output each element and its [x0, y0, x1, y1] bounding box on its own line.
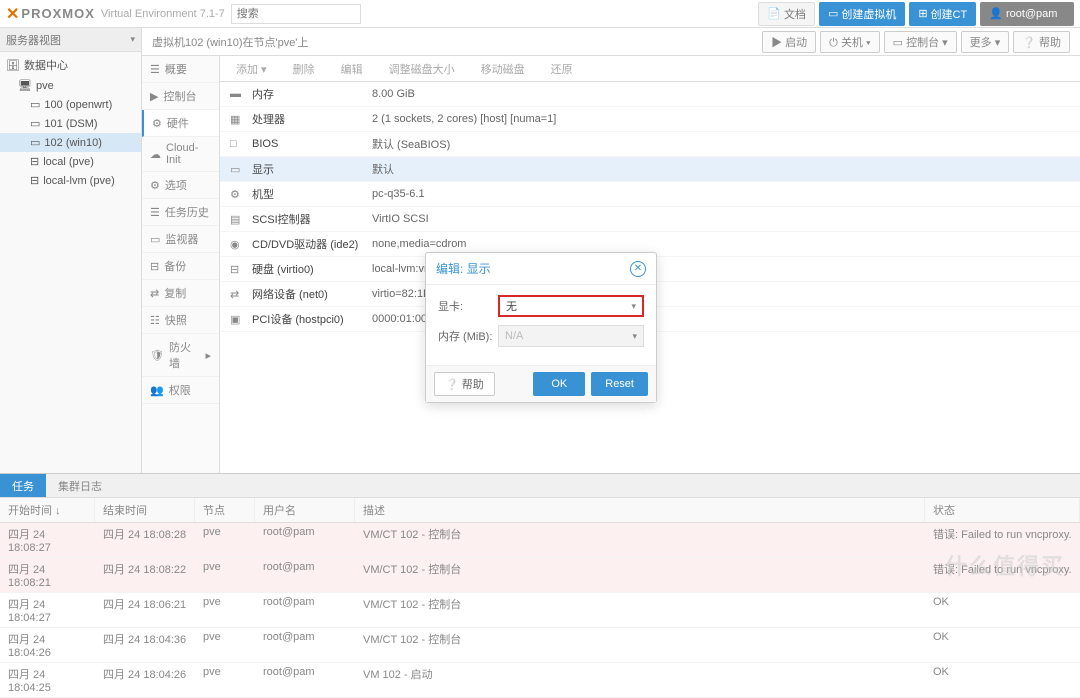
task-row[interactable]: 四月 24 18:08:27四月 24 18:08:28pveroot@pamV… — [0, 523, 1080, 558]
task-row[interactable]: 四月 24 18:08:21四月 24 18:08:22pveroot@pamV… — [0, 558, 1080, 593]
graphics-card-select[interactable]: 无▾ — [498, 295, 644, 317]
graphics-card-label: 显卡: — [438, 298, 498, 314]
menu-replication[interactable]: ⇄ 复制 — [142, 280, 219, 307]
edit-button[interactable]: 编辑 — [331, 59, 373, 79]
edit-display-dialog: 编辑: 显示 ✕ 显卡: 无▾ 内存 (MiB): N/A▾ ❔ 帮助 OK R… — [425, 252, 657, 403]
menu-hardware[interactable]: ⚙ 硬件 — [142, 110, 219, 137]
hardware-row[interactable]: ⚙ 机型pc-q35-6.1 — [220, 182, 1080, 207]
tab-tasks[interactable]: 任务 — [0, 474, 46, 497]
hw-value: pc-q35-6.1 — [372, 188, 425, 200]
hw-icon: ⚙ — [230, 188, 244, 201]
menu-cloudinit[interactable]: ☁ Cloud-Init — [142, 137, 219, 172]
tree-vm-102[interactable]: ▭ 102 (win10) — [0, 133, 141, 152]
task-row[interactable]: 四月 24 18:04:27四月 24 18:06:21pveroot@pamV… — [0, 593, 1080, 628]
memory-input: N/A▾ — [498, 325, 644, 347]
menu-summary[interactable]: ☰ 概要 — [142, 56, 219, 83]
move-button[interactable]: 移动磁盘 — [471, 59, 535, 79]
create-vm-button[interactable]: ▭ 创建虚拟机 — [819, 2, 905, 26]
logo: ✕ PROXMOX — [6, 4, 95, 24]
logo-icon: ✕ — [6, 4, 19, 24]
breadcrumb: 虚拟机102 (win10)在节点'pve'上 — [152, 34, 308, 50]
ok-button[interactable]: OK — [533, 372, 585, 396]
tree-storage-localvm[interactable]: ⊟ local-lvm (pve) — [0, 171, 141, 190]
hw-icon: ⇄ — [230, 288, 244, 301]
search-input[interactable] — [231, 4, 361, 24]
hw-icon: ⊟ — [230, 263, 244, 276]
menu-firewall[interactable]: 🛡 防火墙 ▸ — [142, 334, 219, 377]
remove-button[interactable]: 删除 — [283, 59, 325, 79]
memory-label: 内存 (MiB): — [438, 328, 498, 344]
tree-vm-101[interactable]: ▭ 101 (DSM) — [0, 114, 141, 133]
hardware-row[interactable]: ▭ 显示默认 — [220, 157, 1080, 182]
hw-icon: ▦ — [230, 113, 244, 126]
hw-name: 硬盘 (virtio0) — [252, 261, 372, 277]
add-button[interactable]: 添加 ▾ — [226, 59, 277, 79]
hardware-row[interactable]: ▤ SCSI控制器VirtIO SCSI — [220, 207, 1080, 232]
menu-options[interactable]: ⚙ 选项 — [142, 172, 219, 199]
menu-monitor[interactable]: ▭ 监视器 — [142, 226, 219, 253]
shutdown-button[interactable]: ⏻ 关机 ▾ — [820, 31, 879, 53]
col-starttime[interactable]: 开始时间 ↓ — [0, 498, 95, 522]
reset-button[interactable]: Reset — [591, 372, 648, 396]
hw-icon: □ — [230, 138, 244, 150]
start-button[interactable]: ▶ 启动 — [762, 31, 816, 53]
dialog-title: 编辑: 显示 — [436, 260, 491, 277]
menu-snapshot[interactable]: ☷ 快照 — [142, 307, 219, 334]
hw-name: CD/DVD驱动器 (ide2) — [252, 236, 372, 252]
docs-button[interactable]: 📄 文档 — [758, 2, 815, 26]
menu-backup[interactable]: ⊟ 备份 — [142, 253, 219, 280]
close-icon[interactable]: ✕ — [630, 261, 646, 277]
chevron-down-icon: ▾ — [631, 301, 636, 312]
task-row[interactable]: 四月 24 18:04:26四月 24 18:04:36pveroot@pamV… — [0, 628, 1080, 663]
user-button[interactable]: 👤 root@pam ▾ — [980, 2, 1074, 26]
more-button[interactable]: 更多 ▾ — [961, 31, 1010, 53]
tree-vm-100[interactable]: ▭ 100 (openwrt) — [0, 95, 141, 114]
hw-name: PCI设备 (hostpci0) — [252, 311, 372, 327]
hw-icon: ▣ — [230, 313, 244, 326]
hw-icon: ▭ — [230, 163, 244, 176]
console-button[interactable]: ▭ 控制台 ▾ — [884, 31, 957, 53]
hw-icon: ▬ — [230, 88, 244, 100]
dialog-help-button[interactable]: ❔ 帮助 — [434, 372, 495, 396]
col-node[interactable]: 节点 — [195, 498, 255, 522]
hardware-row[interactable]: □ BIOS默认 (SeaBIOS) — [220, 132, 1080, 157]
hw-name: SCSI控制器 — [252, 211, 372, 227]
version-text: Virtual Environment 7.1-7 — [101, 8, 225, 20]
col-desc[interactable]: 描述 — [355, 498, 925, 522]
hw-name: 显示 — [252, 161, 372, 177]
create-ct-button[interactable]: ⊞ 创建CT — [909, 2, 976, 26]
tab-cluster-log[interactable]: 集群日志 — [46, 474, 114, 497]
hw-name: 内存 — [252, 86, 372, 102]
hw-name: BIOS — [252, 138, 372, 150]
hw-icon: ◉ — [230, 238, 244, 251]
hw-value: VirtIO SCSI — [372, 213, 429, 225]
help-button[interactable]: ❔ 帮助 — [1013, 31, 1070, 53]
hw-value: 默认 (SeaBIOS) — [372, 136, 450, 152]
hw-value: 默认 — [372, 161, 394, 177]
sidebar-view-selector[interactable]: 服务器视图▾ — [0, 28, 141, 52]
hw-name: 网络设备 (net0) — [252, 286, 372, 302]
tree-datacenter[interactable]: 🗄 数据中心 — [0, 54, 141, 76]
hw-icon: ▤ — [230, 213, 244, 226]
hw-value: 8.00 GiB — [372, 88, 415, 100]
hw-name: 机型 — [252, 186, 372, 202]
logo-text: PROXMOX — [21, 6, 94, 21]
tree-storage-local[interactable]: ⊟ local (pve) — [0, 152, 141, 171]
hw-value: 2 (1 sockets, 2 cores) [host] [numa=1] — [372, 113, 556, 125]
task-row[interactable]: 四月 24 18:04:25四月 24 18:04:26pveroot@pamV… — [0, 663, 1080, 698]
menu-taskhistory[interactable]: ☰ 任务历史 — [142, 199, 219, 226]
hardware-row[interactable]: ▦ 处理器2 (1 sockets, 2 cores) [host] [numa=… — [220, 107, 1080, 132]
revert-button[interactable]: 还原 — [541, 59, 583, 79]
hardware-row[interactable]: ▬ 内存8.00 GiB — [220, 82, 1080, 107]
col-user[interactable]: 用户名 — [255, 498, 355, 522]
col-endtime[interactable]: 结束时间 — [95, 498, 195, 522]
tree-node-pve[interactable]: 🖥 pve — [0, 76, 141, 95]
col-status[interactable]: 状态 — [925, 498, 1080, 522]
menu-permissions[interactable]: 👥 权限 — [142, 377, 219, 404]
hw-value: none,media=cdrom — [372, 238, 466, 250]
hw-name: 处理器 — [252, 111, 372, 127]
menu-console[interactable]: ▶ 控制台 — [142, 83, 219, 110]
resize-button[interactable]: 调整磁盘大小 — [379, 59, 465, 79]
